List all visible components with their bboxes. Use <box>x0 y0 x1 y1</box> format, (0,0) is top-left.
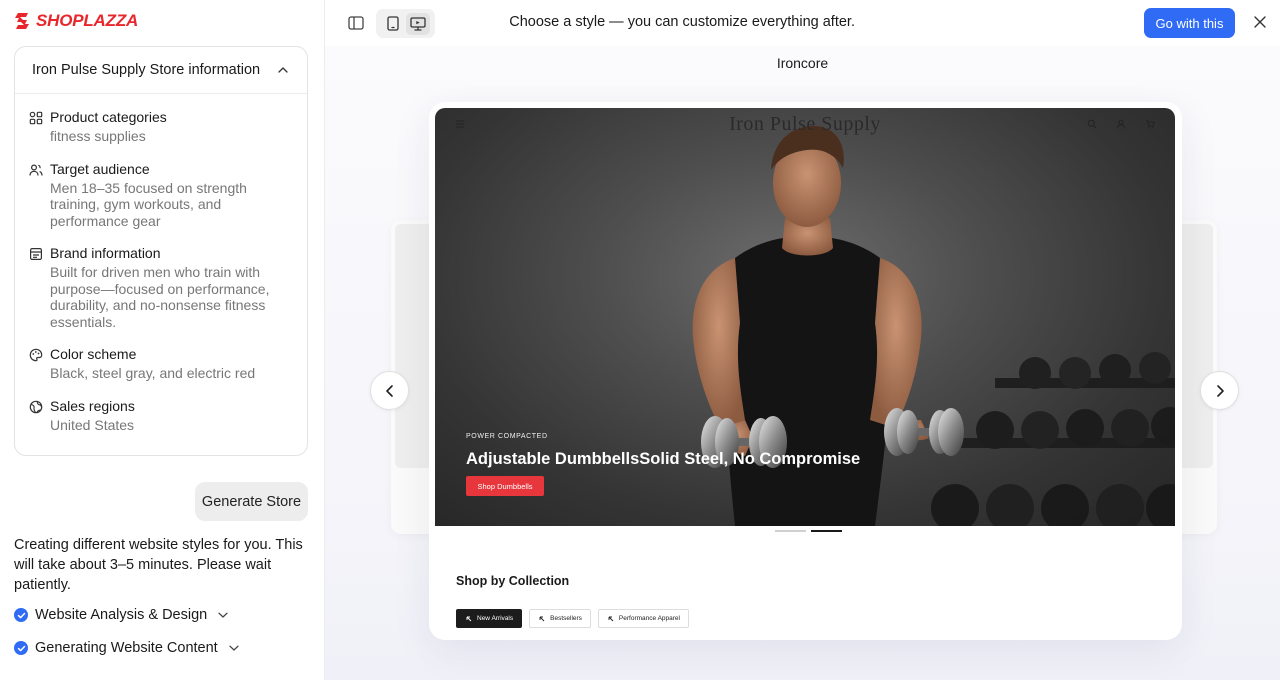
style-preview-card: Iron Pulse Supply POWER COMPACTED Adjust… <box>429 102 1182 640</box>
brand-icon <box>30 248 43 261</box>
preview-store-name: Iron Pulse Supply <box>729 113 881 135</box>
arrow-up-left-icon <box>608 616 614 621</box>
collection-chip-bestsellers[interactable]: Bestsellers <box>529 609 591 628</box>
chevron-down-icon[interactable] <box>228 642 240 654</box>
step-generating-content[interactable]: Generating Website Content <box>14 640 240 656</box>
carousel-dot-active[interactable] <box>811 530 842 532</box>
store-info-title: Iron Pulse Supply Store information <box>32 62 261 78</box>
info-label: Target audience <box>50 160 150 177</box>
status-message: Creating different website styles for yo… <box>14 537 303 593</box>
chevron-right-icon <box>1216 384 1224 397</box>
chevron-up-icon[interactable] <box>277 64 289 76</box>
close-button[interactable] <box>1250 12 1270 32</box>
next-style-button[interactable] <box>1200 371 1239 410</box>
search-icon[interactable] <box>1087 119 1097 129</box>
arrow-up-left-icon <box>539 616 545 621</box>
carousel-dot[interactable] <box>775 530 806 532</box>
arrow-up-left-icon <box>466 616 472 621</box>
chip-label: Performance Apparel <box>618 615 680 622</box>
shoplazza-logo: SHOPLAZZA <box>14 11 138 31</box>
info-item-color-scheme: Color scheme Black, steel gray, and elec… <box>29 345 307 382</box>
info-item-product-categories: Product categories fitness supplies <box>29 108 307 145</box>
preview-area: Ironcore Iron Pulse Supply POWER COMPACT… <box>325 46 1280 680</box>
info-label: Sales regions <box>50 397 135 414</box>
store-info-card: Iron Pulse Supply Store information Prod… <box>14 46 308 456</box>
collection-chip-performance-apparel[interactable]: Performance Apparel <box>597 609 689 628</box>
step-label: Generating Website Content <box>35 640 218 656</box>
info-item-target-audience: Target audience Men 18–35 focused on str… <box>29 160 307 230</box>
step-website-analysis[interactable]: Website Analysis & Design <box>14 607 229 623</box>
collection-heading: Shop by Collection <box>456 574 570 588</box>
hero-title: Adjustable DumbbellsSolid Steel, No Comp… <box>466 450 861 468</box>
style-prompt: Choose a style — you can customize every… <box>509 14 855 30</box>
check-circle-icon <box>14 608 28 622</box>
carousel-indicators <box>775 530 842 532</box>
info-label: Color scheme <box>50 346 137 362</box>
shoplazza-logo-icon <box>15 13 29 29</box>
categories-icon <box>29 111 43 125</box>
collection-chip-new-arrivals[interactable]: New Arrivals <box>456 609 523 628</box>
info-item-brand-information: Brand information Built for driven men w… <box>29 244 307 330</box>
hero-banner: Iron Pulse Supply POWER COMPACTED Adjust… <box>435 108 1175 526</box>
preview-header: Iron Pulse Supply <box>435 108 1175 142</box>
info-value: Black, steel gray, and electric red <box>50 365 256 381</box>
logo-text: SHOPLAZZA <box>36 11 139 30</box>
account-icon[interactable] <box>1116 119 1126 129</box>
store-info-header[interactable]: Iron Pulse Supply Store information <box>15 47 307 94</box>
info-label: Product categories <box>50 109 167 125</box>
step-label: Website Analysis & Design <box>35 607 208 623</box>
collection-tabs: New Arrivals Bestsellers Performance App… <box>456 609 689 628</box>
globe-icon <box>29 400 43 413</box>
palette-icon <box>29 348 43 362</box>
top-bar: Choose a style — you can customize every… <box>325 0 1280 46</box>
shop-dumbbells-button[interactable]: Shop Dumbbells <box>466 476 544 496</box>
cart-icon[interactable] <box>1145 119 1155 129</box>
theme-name: Ironcore <box>776 55 829 71</box>
info-item-sales-regions: Sales regions United States <box>29 397 307 434</box>
generate-store-button[interactable]: Generate Store <box>195 482 308 521</box>
hero-eyebrow: POWER COMPACTED <box>466 433 548 440</box>
close-icon <box>1254 16 1266 28</box>
check-circle-icon <box>14 641 28 655</box>
chevron-down-icon[interactable] <box>217 609 229 621</box>
info-label: Brand information <box>50 245 161 261</box>
info-value: Men 18–35 focused on strength training, … <box>50 179 247 229</box>
info-value: fitness supplies <box>50 128 146 144</box>
left-panel: SHOPLAZZA Iron Pulse Supply Store inform… <box>0 0 325 680</box>
chevron-left-icon <box>385 384 393 397</box>
chip-label: New Arrivals <box>477 615 514 622</box>
info-value: Built for driven men who train with purp… <box>50 264 270 330</box>
info-value: United States <box>50 416 135 433</box>
audience-icon <box>29 163 43 176</box>
previous-style-button[interactable] <box>370 371 409 410</box>
go-with-this-button[interactable]: Go with this <box>1144 8 1235 38</box>
chip-label: Bestsellers <box>550 615 582 622</box>
